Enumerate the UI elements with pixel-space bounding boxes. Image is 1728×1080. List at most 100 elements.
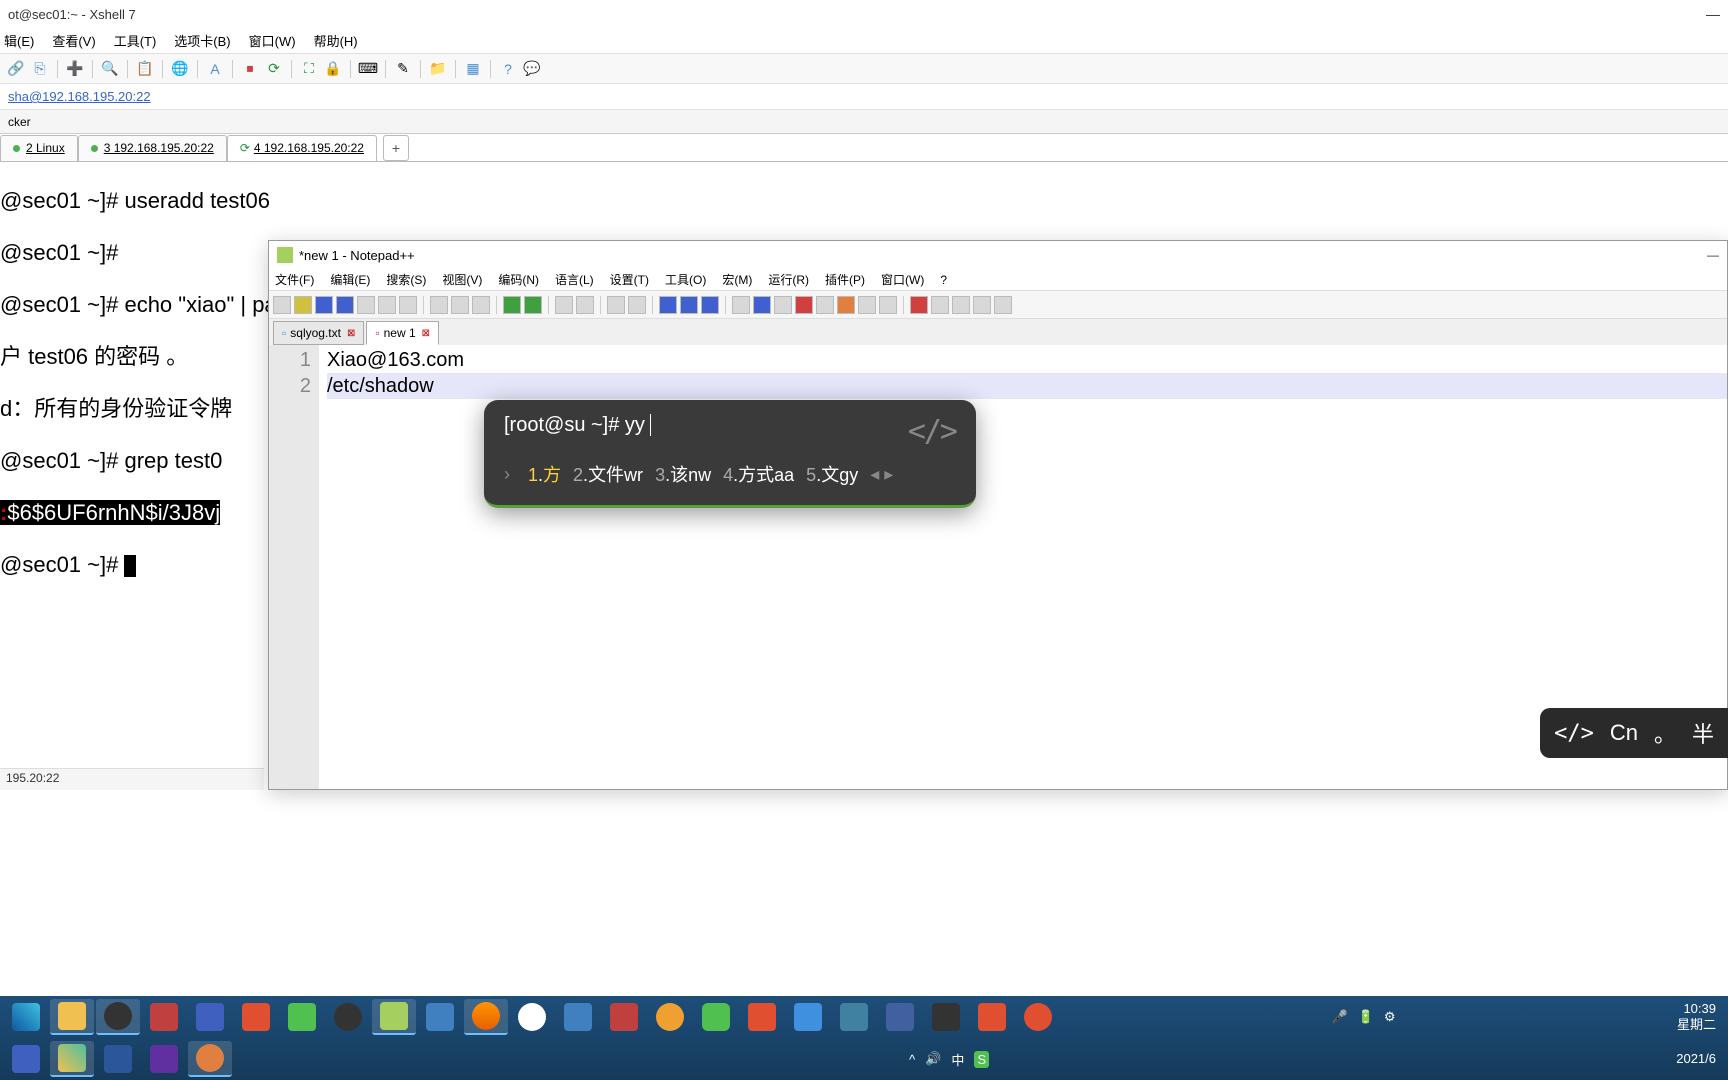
record-icon[interactable] xyxy=(910,296,928,314)
menu-help[interactable]: ? xyxy=(940,273,947,287)
menu-edit[interactable]: 编辑(E) xyxy=(330,271,370,288)
ime-candidate[interactable]: 5.文gy xyxy=(806,461,858,487)
wireshark-icon[interactable] xyxy=(878,999,922,1035)
page-nav-icon[interactable]: ◂ ▸ xyxy=(870,464,893,485)
open-icon[interactable] xyxy=(294,296,312,314)
font-icon[interactable]: A xyxy=(205,59,225,79)
ime-lang[interactable]: Cn xyxy=(1610,720,1638,746)
folder-panel-icon[interactable] xyxy=(858,296,876,314)
menu-tabs[interactable]: 选项卡(B) xyxy=(174,31,230,50)
ime-candidate[interactable]: 4.方式aa xyxy=(723,461,794,487)
doc-map-icon[interactable] xyxy=(816,296,834,314)
expand-icon[interactable]: ⛶ xyxy=(299,59,319,79)
chevron-right-icon[interactable]: › xyxy=(504,464,510,485)
undo-icon[interactable] xyxy=(503,296,521,314)
vm-icon[interactable] xyxy=(188,999,232,1035)
ime-indicator[interactable]: 中 xyxy=(951,1050,964,1069)
menu-window[interactable]: 窗口(W) xyxy=(249,31,296,50)
sync-v-icon[interactable] xyxy=(659,296,677,314)
menu-macros[interactable]: 宏(M) xyxy=(722,271,752,288)
ime-status-bar[interactable]: </> Cn 。 半 xyxy=(1540,708,1728,758)
volume-icon[interactable]: 🔊 xyxy=(925,1051,941,1067)
ime-punct[interactable]: 。 xyxy=(1654,717,1676,749)
save-all-icon[interactable] xyxy=(336,296,354,314)
ime-candidate[interactable]: 3.该nw xyxy=(655,461,711,487)
notepad-icon[interactable] xyxy=(372,999,416,1035)
minimize-button[interactable]: — xyxy=(1707,248,1719,262)
monitor-icon[interactable] xyxy=(879,296,897,314)
play-icon[interactable] xyxy=(952,296,970,314)
paint-icon[interactable] xyxy=(50,1041,94,1077)
save-icon[interactable] xyxy=(315,296,333,314)
menu-edit[interactable]: 辑(E) xyxy=(4,31,34,50)
filezilla-icon[interactable] xyxy=(602,999,646,1035)
menu-plugins[interactable]: 插件(P) xyxy=(825,271,865,288)
menu-encoding[interactable]: 编码(N) xyxy=(498,271,539,288)
menu-tools[interactable]: 工具(T) xyxy=(114,31,157,50)
lock-icon[interactable]: 🔒 xyxy=(323,59,343,79)
edge-icon[interactable] xyxy=(4,999,48,1035)
ime-width[interactable]: 半 xyxy=(1692,717,1714,749)
menu-tools[interactable]: 工具(O) xyxy=(665,271,706,288)
redo-icon[interactable] xyxy=(524,296,542,314)
zoom-in-icon[interactable] xyxy=(607,296,625,314)
save-icon[interactable] xyxy=(4,1041,48,1077)
ime-candidates[interactable]: › 1.方 2.文件wr 3.该nw 4.方式aa 5.文gy ◂ ▸ xyxy=(504,461,956,487)
wrap-icon[interactable] xyxy=(701,296,719,314)
func-list-icon[interactable] xyxy=(837,296,855,314)
ime-candidate[interactable]: 2.文件wr xyxy=(573,461,643,487)
find-icon[interactable] xyxy=(555,296,573,314)
chat-icon[interactable]: 💬 xyxy=(522,59,542,79)
copy-icon[interactable] xyxy=(451,296,469,314)
xshell-icon[interactable] xyxy=(924,999,968,1035)
keyboard-icon[interactable]: ⌨ xyxy=(358,59,378,79)
cut-icon[interactable] xyxy=(430,296,448,314)
menu-language[interactable]: 语言(L) xyxy=(555,271,594,288)
clock-time[interactable]: 10:39 星期二 xyxy=(1677,1001,1724,1033)
editor-line[interactable]: /etc/shadow xyxy=(327,373,1727,399)
notepad-window[interactable]: *new 1 - Notepad++ — 文件(F) 编辑(E) 搜索(S) 视… xyxy=(268,240,1728,790)
everything-icon[interactable] xyxy=(648,999,692,1035)
screenshot-icon[interactable] xyxy=(234,999,278,1035)
new-file-icon[interactable] xyxy=(273,296,291,314)
stop-icon[interactable]: ⏹ xyxy=(240,59,260,79)
thunder-icon[interactable] xyxy=(786,999,830,1035)
copy-icon[interactable]: 📋 xyxy=(135,59,155,79)
xshell-tab[interactable]: 3 192.168.195.20:22 xyxy=(78,135,227,161)
clock-date[interactable]: 2021/6 xyxy=(1676,1051,1724,1067)
menu-search[interactable]: 搜索(S) xyxy=(386,271,426,288)
burp-icon[interactable] xyxy=(188,1041,232,1077)
app-icon[interactable] xyxy=(142,999,186,1035)
layout-icon[interactable]: ▦ xyxy=(463,59,483,79)
weibo-icon[interactable] xyxy=(1016,999,1060,1035)
connect-icon[interactable]: 🔗 xyxy=(6,59,26,79)
xshell-addressbar[interactable]: sha@192.168.195.20:22 xyxy=(0,84,1728,110)
open-icon[interactable]: ⎘ xyxy=(30,59,50,79)
refresh-icon[interactable]: ⟳ xyxy=(264,59,284,79)
tab-close-icon[interactable]: ⊠ xyxy=(422,328,430,339)
putty-icon[interactable] xyxy=(832,999,876,1035)
add-icon[interactable]: ➕ xyxy=(65,59,85,79)
word-icon[interactable] xyxy=(96,1041,140,1077)
monitor-icon[interactable] xyxy=(418,999,462,1035)
menu-window[interactable]: 窗口(W) xyxy=(881,271,924,288)
ime-candidate[interactable]: 1.方 xyxy=(528,461,561,487)
indent-icon[interactable] xyxy=(753,296,771,314)
highlight-icon[interactable]: ✎ xyxy=(393,59,413,79)
notepad-tab[interactable]: ▫ sqlyog.txt ⊠ xyxy=(273,321,364,345)
baidu-disk-icon[interactable] xyxy=(510,999,554,1035)
xshell-tab[interactable]: 2 Linux xyxy=(0,135,78,161)
paste-icon[interactable] xyxy=(472,296,490,314)
minimize-button[interactable]: — xyxy=(1706,6,1720,22)
pdf-icon[interactable] xyxy=(142,1041,186,1077)
zoom-out-icon[interactable] xyxy=(628,296,646,314)
camtasia-icon[interactable] xyxy=(280,999,324,1035)
menu-view[interactable]: 查看(V) xyxy=(52,31,95,50)
guide-icon[interactable] xyxy=(774,296,792,314)
print-icon[interactable] xyxy=(399,296,417,314)
stop-record-icon[interactable] xyxy=(931,296,949,314)
notepad-tab[interactable]: ▫ new 1 ⊠ xyxy=(366,321,439,345)
qq-icon[interactable] xyxy=(326,999,370,1035)
ime-popup[interactable]: [root@su ~]# yy </> › 1.方 2.文件wr 3.该nw 4… xyxy=(484,400,976,508)
menu-help[interactable]: 帮助(H) xyxy=(314,31,358,50)
